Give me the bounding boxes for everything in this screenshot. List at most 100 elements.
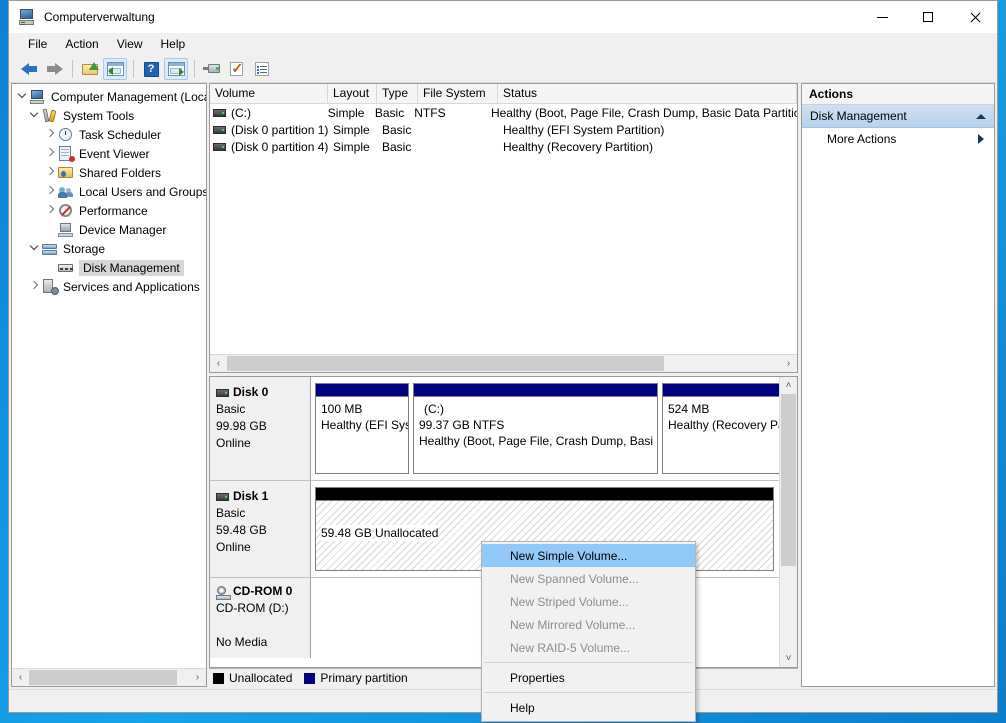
storage-icon — [42, 241, 59, 257]
rescan-disks-button[interactable] — [200, 58, 224, 80]
menu-view[interactable]: View — [108, 35, 152, 53]
action-pane-icon — [168, 62, 185, 77]
chevron-right-icon[interactable] — [26, 281, 42, 292]
tree-item-label: Event Viewer — [79, 147, 149, 161]
scroll-right-button[interactable]: › — [780, 355, 797, 372]
volume-list-horizontal-scrollbar[interactable]: ‹ › — [210, 354, 797, 372]
table-row[interactable]: (Disk 0 partition 4) Simple Basic Health… — [210, 138, 797, 155]
disk-state: Online — [216, 539, 310, 556]
chevron-right-icon[interactable] — [42, 205, 58, 216]
context-menu-item-properties[interactable]: Properties — [482, 666, 695, 689]
column-header-file-system[interactable]: File System — [418, 84, 498, 103]
action-more-actions[interactable]: More Actions — [802, 128, 994, 150]
scroll-up-button[interactable]: ˄ — [780, 377, 797, 394]
chevron-down-icon[interactable] — [14, 91, 30, 102]
tree-item-disk-management[interactable]: Disk Management — [12, 258, 206, 277]
scroll-track[interactable] — [780, 394, 797, 650]
properties-button[interactable] — [225, 58, 249, 80]
partition-size: 524 MB — [668, 401, 779, 417]
show-hide-action-pane-button[interactable] — [164, 58, 188, 80]
help-button[interactable]: ? — [139, 58, 163, 80]
computer-icon — [30, 89, 47, 105]
disk-type: Basic — [216, 505, 310, 522]
context-menu-item-new-simple-volume[interactable]: New Simple Volume... — [482, 544, 695, 567]
maximize-button[interactable] — [905, 1, 951, 33]
scroll-track[interactable] — [29, 669, 189, 686]
scroll-left-button[interactable]: ‹ — [210, 355, 227, 372]
cell-type: Basic — [377, 123, 418, 137]
disk-drive-icon — [203, 62, 221, 76]
menu-action[interactable]: Action — [56, 35, 107, 53]
column-header-layout[interactable]: Layout — [328, 84, 377, 103]
partition-label: (C:) — [419, 401, 653, 417]
forward-button[interactable] — [42, 58, 66, 80]
cdrom-icon — [216, 586, 230, 599]
chevron-down-icon[interactable] — [26, 110, 42, 121]
partition-body: 100 MB Healthy (EFI Sys — [316, 396, 408, 473]
disk-size: 99.98 GB — [216, 418, 310, 435]
tree-item-performance[interactable]: Performance — [12, 201, 206, 220]
scroll-left-button[interactable]: ‹ — [12, 669, 29, 686]
scroll-thumb[interactable] — [227, 356, 664, 371]
tree-item-event-viewer[interactable]: Event Viewer — [12, 144, 206, 163]
scroll-down-button[interactable]: ˅ — [780, 650, 797, 667]
chevron-down-icon[interactable] — [26, 243, 42, 254]
chevron-up-icon[interactable] — [976, 114, 986, 119]
scroll-thumb[interactable] — [29, 670, 177, 685]
cell-volume: (Disk 0 partition 4) — [231, 140, 328, 154]
volume-list-header: Volume Layout Type File System Status — [210, 84, 797, 104]
volume-icon — [213, 143, 226, 151]
menu-help[interactable]: Help — [152, 35, 195, 53]
context-menu: New Simple Volume... New Spanned Volume.… — [481, 541, 696, 722]
tree-item-device-manager[interactable]: Device Manager — [12, 220, 206, 239]
list-button[interactable] — [250, 58, 274, 80]
tree-item-label: Shared Folders — [79, 166, 161, 180]
tree-item-computer-management[interactable]: Computer Management (Local — [12, 87, 206, 106]
up-folder-button[interactable] — [78, 58, 102, 80]
chevron-right-icon — [978, 134, 984, 144]
tree-item-services-and-applications[interactable]: Services and Applications — [12, 277, 206, 296]
tree-horizontal-scrollbar[interactable]: ‹ › — [12, 668, 206, 686]
services-icon — [42, 279, 59, 295]
disk-row-disk-0[interactable]: Disk 0 Basic 99.98 GB Online 10 — [210, 377, 779, 481]
tree-item-local-users-and-groups[interactable]: Local Users and Groups — [12, 182, 206, 201]
partition-efi[interactable]: 100 MB Healthy (EFI Sys — [315, 383, 409, 474]
scroll-right-button[interactable]: › — [189, 669, 206, 686]
graphical-view-vertical-scrollbar[interactable]: ˄ ˅ — [779, 377, 797, 667]
table-row[interactable]: (C:) Simple Basic NTFS Healthy (Boot, Pa… — [210, 104, 797, 121]
legend-label-primary-partition: Primary partition — [320, 671, 407, 685]
column-header-type[interactable]: Type — [377, 84, 418, 103]
context-menu-item-help[interactable]: Help — [482, 696, 695, 719]
partition-color-bar — [316, 488, 773, 500]
partition-size: 100 MB — [321, 401, 404, 417]
volume-icon — [213, 126, 226, 134]
show-hide-console-tree-button[interactable] — [103, 58, 127, 80]
chevron-right-icon[interactable] — [42, 186, 58, 197]
column-header-volume[interactable]: Volume — [210, 84, 328, 103]
tree-item-label: Storage — [63, 242, 105, 256]
minimize-button[interactable] — [859, 1, 905, 33]
scroll-track[interactable] — [227, 355, 780, 372]
partition-recovery[interactable]: 524 MB Healthy (Recovery Par — [662, 383, 779, 474]
partition-body: (C:) 99.37 GB NTFS Healthy (Boot, Page F… — [414, 396, 657, 473]
tree-item-storage[interactable]: Storage — [12, 239, 206, 258]
scroll-thumb[interactable] — [781, 394, 796, 566]
tree-item-task-scheduler[interactable]: Task Scheduler — [12, 125, 206, 144]
chevron-right-icon[interactable] — [42, 167, 58, 178]
tree-item-shared-folders[interactable]: Shared Folders — [12, 163, 206, 182]
chevron-right-icon[interactable] — [42, 129, 58, 140]
performance-icon — [58, 203, 75, 219]
console-tree-pane: Computer Management (Local System Tools … — [11, 83, 207, 687]
menu-file[interactable]: File — [19, 35, 56, 53]
table-row[interactable]: (Disk 0 partition 1) Simple Basic Health… — [210, 121, 797, 138]
actions-group-disk-management[interactable]: Disk Management — [802, 105, 994, 128]
chevron-right-icon[interactable] — [42, 148, 58, 159]
checklist-icon — [255, 62, 270, 77]
back-button[interactable] — [17, 58, 41, 80]
close-button[interactable] — [951, 1, 997, 33]
tree-item-system-tools[interactable]: System Tools — [12, 106, 206, 125]
toolbar-separator — [194, 60, 195, 78]
disk-state: Online — [216, 435, 310, 452]
column-header-status[interactable]: Status — [498, 84, 797, 103]
partition-c[interactable]: (C:) 99.37 GB NTFS Healthy (Boot, Page F… — [413, 383, 658, 474]
